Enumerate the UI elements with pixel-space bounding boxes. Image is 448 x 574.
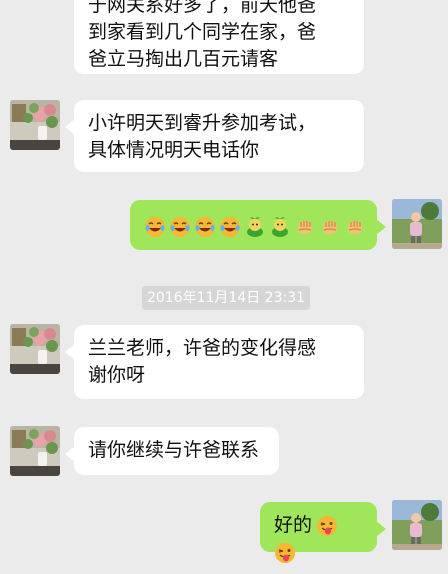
laugh-tears-icon <box>144 216 166 238</box>
fist-icon <box>344 216 366 238</box>
message-line: 具体情况明天电话你 <box>88 139 260 161</box>
laugh-tears-icon <box>194 216 216 238</box>
child-photo-avatar-icon <box>392 199 442 249</box>
emoji-row <box>144 213 369 240</box>
fist-icon <box>319 216 341 238</box>
incoming-message-bubble[interactable]: 兰兰老师，许爸的变化得感 谢你呀 <box>65 325 364 399</box>
laugh-tears-icon <box>219 216 241 238</box>
message-line: 谢你呀 <box>88 364 146 386</box>
incoming-message-bubble[interactable]: 请你继续与许爸联系 <box>65 427 279 475</box>
message-line: 于网关系好多了，前天他爸 <box>88 0 317 16</box>
incoming-message-bubble[interactable]: 小许明天到睿升参加考试， 具体情况明天电话你 <box>65 100 364 172</box>
contact-avatar[interactable] <box>10 324 60 374</box>
timestamp-label: 2016年11月14日 23:31 <box>142 286 310 310</box>
my-avatar[interactable] <box>392 199 442 249</box>
my-avatar[interactable] <box>392 500 442 550</box>
child-photo-avatar-icon <box>392 500 442 550</box>
outgoing-emoji-bubble[interactable] <box>130 200 386 250</box>
message-line: 兰兰老师，许爸的变化得感 <box>88 337 317 359</box>
contact-avatar[interactable] <box>10 426 60 476</box>
message-line: 小许明天到睿升参加考试， <box>88 112 317 134</box>
message-line: 爸立马掏出几百元请客 <box>88 48 279 70</box>
laugh-tears-icon <box>169 216 191 238</box>
fist-icon <box>294 216 316 238</box>
flower-vase-avatar-icon <box>10 324 60 374</box>
flower-vase-avatar-icon <box>10 100 60 150</box>
incoming-message-bubble[interactable]: 于网关系好多了，前天他爸 到家看到几个同学在家，爸 爸立马掏出几百元请客 <box>74 0 364 74</box>
green-sprout-icon <box>244 216 266 238</box>
green-sprout-icon <box>269 216 291 238</box>
tongue-out-face-icon <box>274 542 296 564</box>
flower-vase-avatar-icon <box>10 426 60 476</box>
message-text: 好的 <box>274 514 313 536</box>
message-line: 到家看到几个同学在家，爸 <box>88 21 317 43</box>
message-line: 请你继续与许爸联系 <box>88 439 260 461</box>
contact-avatar[interactable] <box>10 100 60 150</box>
outgoing-message-bubble[interactable]: 好的 <box>260 502 386 552</box>
tongue-out-face-icon <box>316 515 338 537</box>
